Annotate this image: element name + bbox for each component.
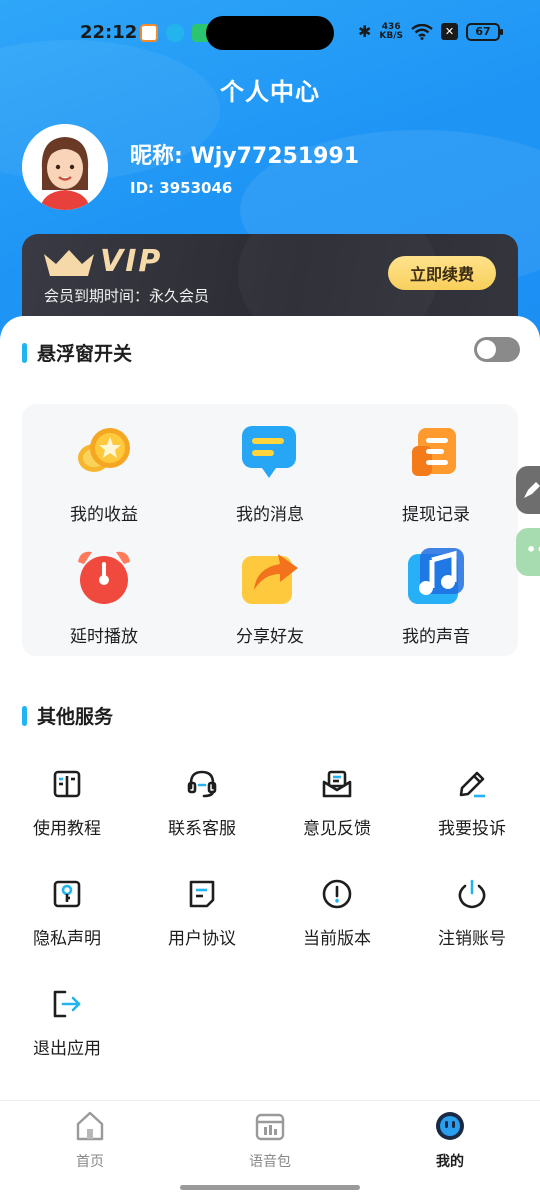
alarm-clock-icon — [72, 544, 136, 608]
service-label: 退出应用 — [33, 1039, 101, 1059]
service-delete-account[interactable]: 注销账号 — [417, 876, 527, 966]
feature-label: 提现记录 — [402, 505, 470, 525]
status-time: 22:12 — [80, 22, 138, 43]
feature-label: 分享好友 — [236, 627, 304, 647]
floating-window-label: 悬浮窗开关 — [37, 343, 133, 365]
voice-pack-icon — [253, 1109, 287, 1143]
more-dots-icon: •• — [526, 540, 540, 559]
pen-icon — [454, 766, 490, 802]
nav-item-mine[interactable]: 我的 — [390, 1109, 510, 1173]
toggle-knob — [477, 340, 496, 359]
renew-button[interactable]: 立即续费 — [388, 256, 496, 290]
nav-label: 首页 — [76, 1154, 104, 1170]
status-indicators: ✱ 436 KB/S ✕ 67 — [357, 21, 503, 41]
camera-cutout — [206, 16, 334, 50]
user-id: ID: 3953046 — [130, 179, 233, 197]
nav-label: 我的 — [436, 1154, 464, 1170]
battery-icon: 67 — [466, 22, 503, 41]
floating-window-header: 悬浮窗开关 — [22, 339, 132, 366]
feature-withdraw-record[interactable]: 提现记录 — [366, 422, 506, 532]
feature-label: 我的声音 — [402, 627, 470, 647]
nav-item-voice-pack[interactable]: 语音包 — [210, 1109, 330, 1173]
services-title: 其他服务 — [37, 706, 114, 728]
service-customer-support[interactable]: 联系客服 — [147, 766, 257, 856]
service-feedback[interactable]: 意见反馈 — [282, 766, 392, 856]
wifi-icon — [411, 23, 433, 40]
floating-window-toggle[interactable] — [474, 337, 520, 362]
service-label: 意见反馈 — [303, 819, 371, 839]
floating-edit-widget[interactable] — [516, 466, 540, 514]
section-accent-bar — [22, 705, 27, 726]
gallery-app-icon — [140, 24, 158, 42]
withdraw-record-icon — [404, 422, 468, 486]
service-user-agreement[interactable]: 用户协议 — [147, 876, 257, 966]
feature-share[interactable]: 分享好友 — [200, 544, 340, 654]
service-exit-app[interactable]: 退出应用 — [12, 986, 122, 1076]
page-title: 个人中心 — [220, 78, 320, 106]
service-label: 联系客服 — [168, 819, 236, 839]
notification-icon: ✕ — [441, 23, 458, 40]
edit-icon — [524, 482, 540, 498]
share-icon — [238, 544, 302, 608]
logout-icon — [49, 986, 85, 1022]
crown-icon — [44, 250, 94, 276]
service-label: 用户协议 — [168, 929, 236, 949]
service-label: 当前版本 — [303, 929, 371, 949]
net-speed: 436 KB/S — [379, 21, 403, 41]
section-accent-bar — [22, 342, 27, 363]
service-label: 我要投诉 — [438, 819, 506, 839]
avatar[interactable] — [22, 124, 108, 210]
feature-messages[interactable]: 我的消息 — [200, 422, 340, 532]
service-label: 隐私声明 — [33, 929, 101, 949]
service-label: 使用教程 — [33, 819, 101, 839]
info-icon — [319, 876, 355, 912]
service-complaint[interactable]: 我要投诉 — [417, 766, 527, 856]
vip-badge: VIP — [100, 244, 163, 279]
floating-chat-widget[interactable]: •• — [516, 528, 540, 576]
feedback-icon — [319, 766, 355, 802]
nickname: 昵称: Wjy77251991 — [130, 144, 360, 169]
services-header: 其他服务 — [22, 702, 113, 729]
browser-app-icon — [166, 24, 184, 42]
service-privacy[interactable]: 隐私声明 — [12, 876, 122, 966]
service-tutorial[interactable]: 使用教程 — [12, 766, 122, 856]
profile-icon — [433, 1109, 467, 1143]
home-icon — [73, 1109, 107, 1143]
feature-my-voice[interactable]: 我的声音 — [366, 544, 506, 654]
message-icon — [238, 422, 302, 486]
feature-delay-play[interactable]: 延时播放 — [34, 544, 174, 654]
music-note-icon — [404, 544, 468, 608]
bluetooth-icon: ✱ — [357, 22, 372, 41]
nav-item-home[interactable]: 首页 — [30, 1109, 150, 1173]
nav-label: 语音包 — [249, 1154, 291, 1170]
service-current-version[interactable]: 当前版本 — [282, 876, 392, 966]
privacy-key-icon — [49, 876, 85, 912]
service-label: 注销账号 — [438, 929, 506, 949]
feature-label: 我的收益 — [70, 505, 138, 525]
book-icon — [49, 766, 85, 802]
status-bar: 22:12 ✱ 436 KB/S ✕ 67 — [0, 0, 540, 66]
avatar-illustration-icon — [22, 124, 108, 210]
power-icon — [454, 876, 490, 912]
vip-expire-text: 会员到期时间：永久会员 — [44, 287, 210, 305]
headset-icon — [184, 766, 220, 802]
feature-earnings[interactable]: 我的收益 — [34, 422, 174, 532]
feature-label: 我的消息 — [236, 505, 304, 525]
coins-icon — [72, 422, 136, 486]
feature-label: 延时播放 — [70, 627, 138, 647]
home-indicator[interactable] — [180, 1185, 360, 1190]
document-icon — [184, 876, 220, 912]
